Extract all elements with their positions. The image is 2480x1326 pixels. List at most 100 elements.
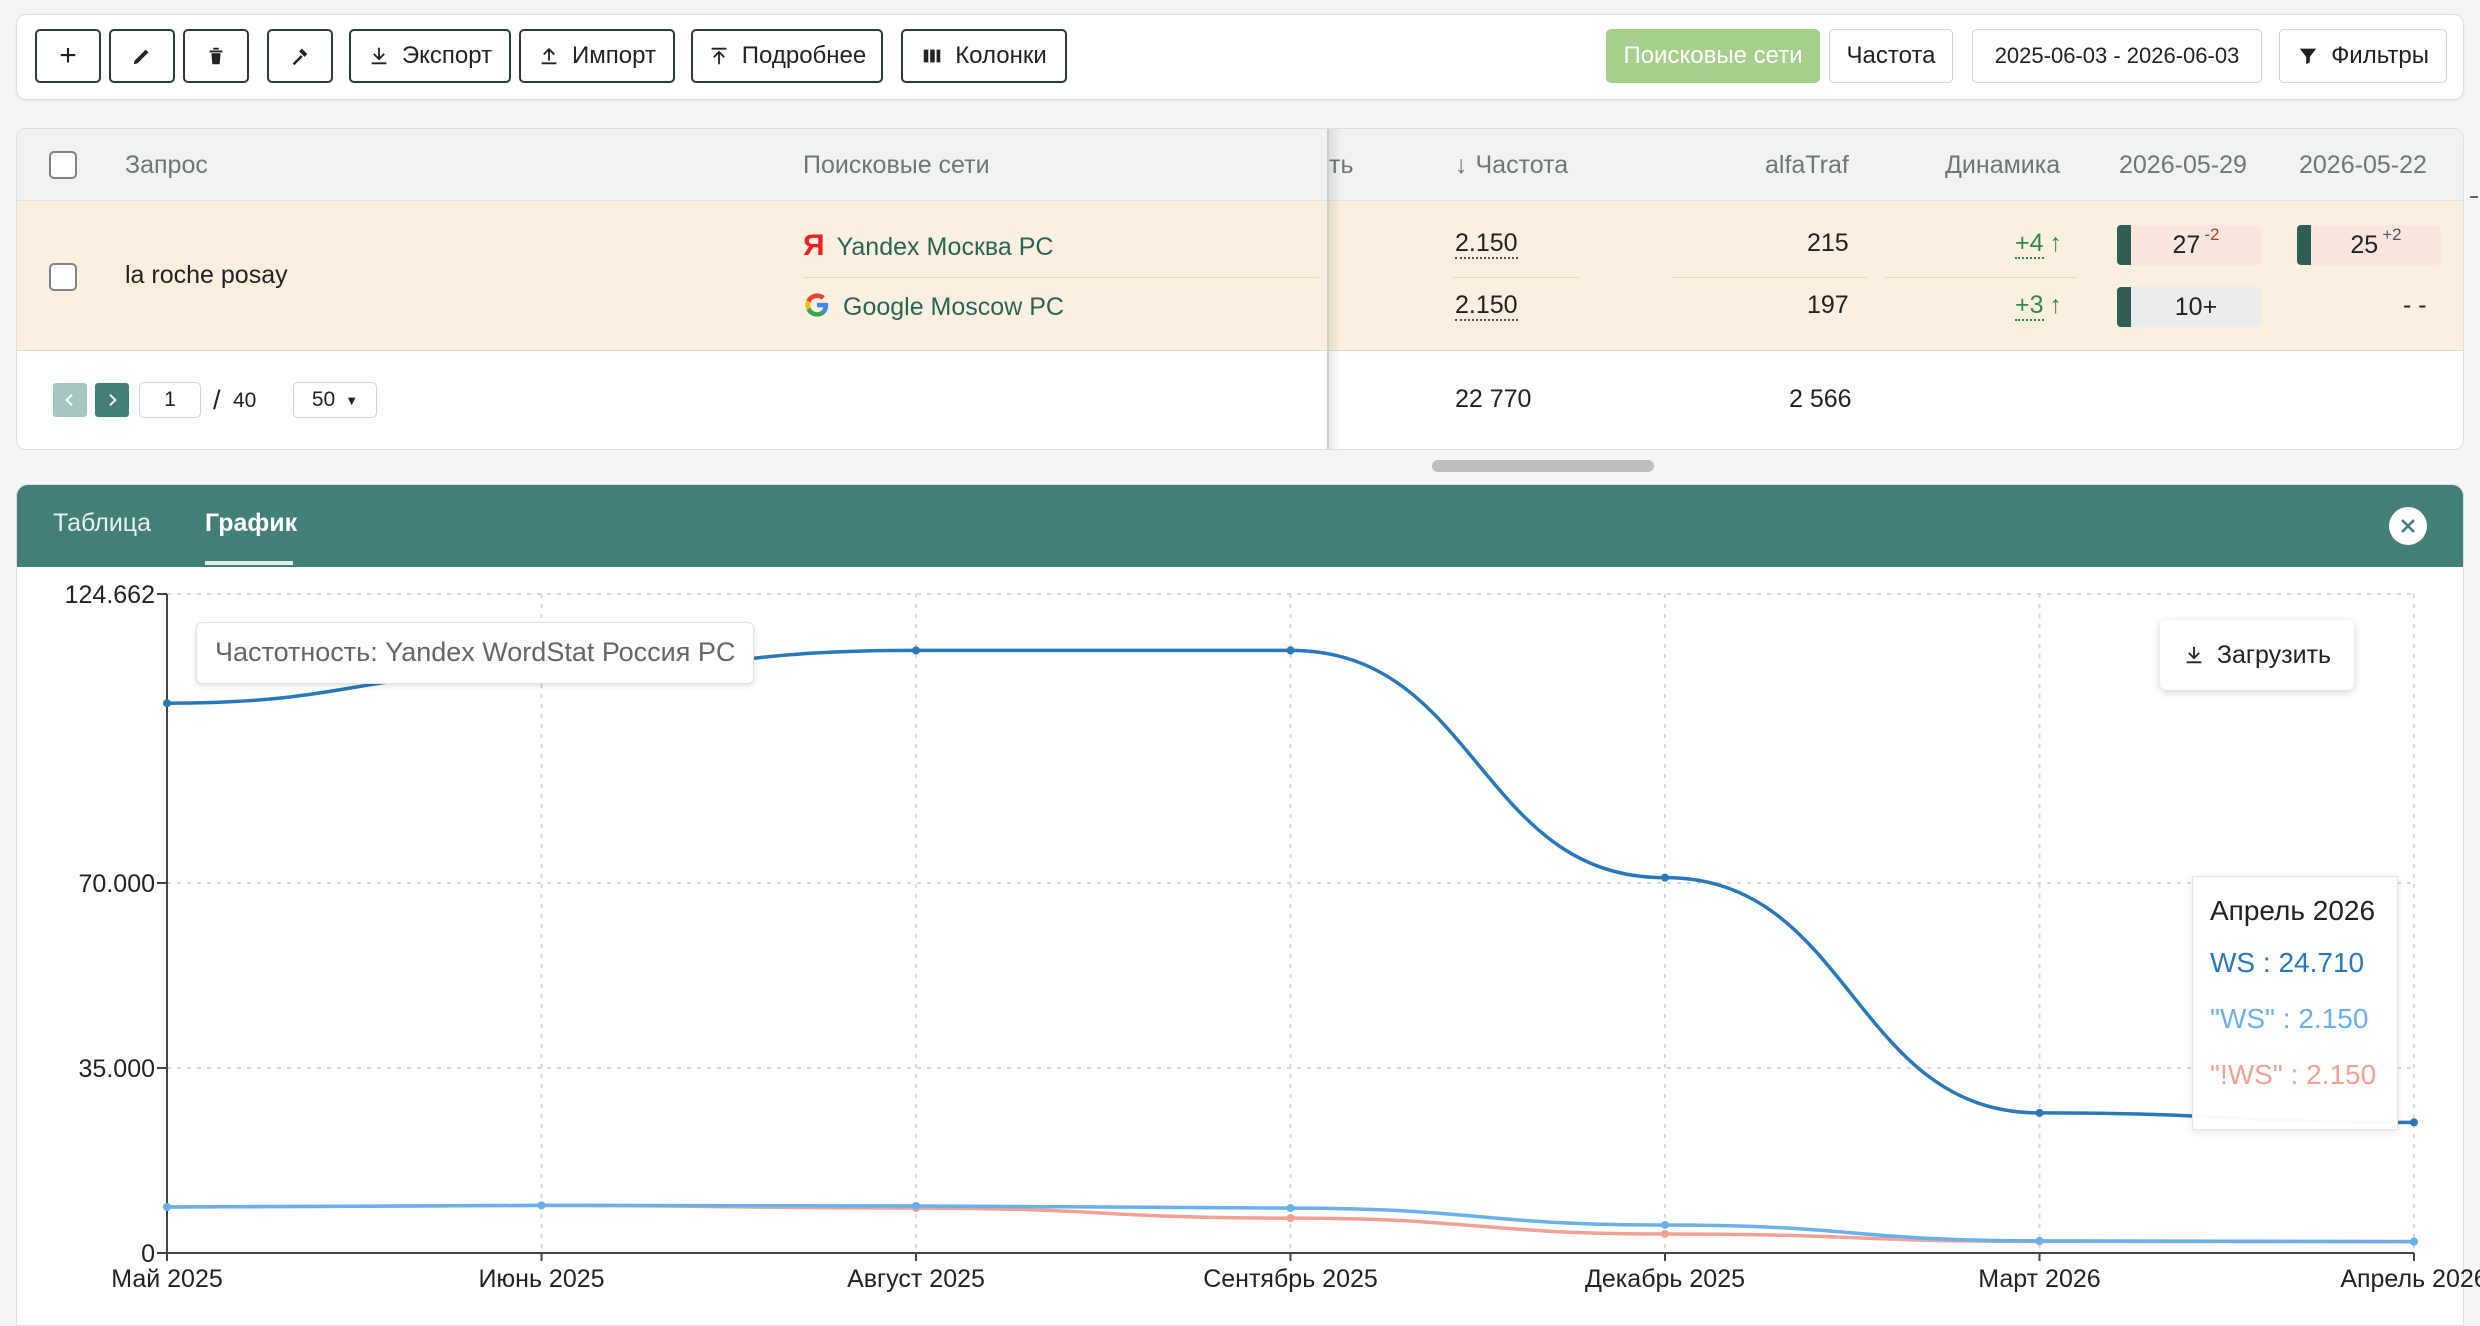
download-button[interactable]: Загрузить (2160, 620, 2354, 690)
import-button[interactable]: Импорт (519, 29, 675, 83)
hover-tooltip: Апрель 2026 WS : 24.710 "WS" : 2.150 "!W… (2192, 876, 2398, 1130)
dynamics-value[interactable]: +3 ↑ (2015, 291, 2063, 321)
total-pages: 40 (233, 389, 257, 412)
engine-name: Yandex Москва PC (836, 233, 1054, 261)
column-header-alfatraf[interactable]: alfaTraf (1765, 151, 1849, 180)
position-cell[interactable]: 27 -2 (2117, 225, 2261, 265)
position-delta: -2 (2204, 225, 2220, 244)
per-page-value: 50 (311, 388, 336, 411)
frequency-value-text: 2.150 (1455, 229, 1518, 259)
column-header-query[interactable]: Запрос (125, 151, 208, 180)
total-frequency: 22 770 (1455, 385, 1532, 413)
details-button[interactable]: Подробнее (691, 29, 883, 83)
download-label: Загрузить (2216, 640, 2332, 669)
column-header-frequency[interactable]: ↓ Частота (1455, 151, 1568, 180)
delete-button[interactable] (183, 29, 249, 83)
search-engines-toggle-label: Поисковые сети (1623, 42, 1803, 69)
google-icon (803, 291, 831, 326)
column-header-dynamics[interactable]: Динамика (1945, 151, 2060, 180)
engine-row-google[interactable]: Google Moscow PC (803, 291, 1064, 326)
edit-button[interactable] (109, 29, 175, 83)
chart-panel: Таблица График (16, 484, 2464, 1326)
chevron-right-icon (109, 393, 117, 407)
columns-button[interactable]: Колонки (901, 29, 1067, 83)
engine-separator (803, 277, 1319, 278)
filter-icon (2299, 48, 2317, 65)
sort-desc-icon: ↓ (1455, 151, 1468, 179)
arrow-up-icon: ↑ (2049, 229, 2063, 257)
upload-icon (541, 47, 557, 65)
hover-tooltip-title: Апрель 2026 (2210, 895, 2376, 926)
total-alfatraf: 2 566 (1789, 385, 1852, 413)
engine-name: Google Moscow PC (843, 293, 1064, 321)
page-separator: / (213, 385, 221, 415)
search-engines-toggle[interactable]: Поисковые сети (1606, 29, 1820, 83)
chart-panel-header: Таблица График (17, 485, 2463, 567)
dynamics-value[interactable]: +4 ↑ (2015, 229, 2063, 259)
export-button[interactable]: Экспорт (349, 29, 511, 83)
position-value: 27 (2172, 230, 2201, 259)
date-range-value: 2025-06-03 - 2026-06-03 (1994, 43, 2240, 68)
position-value: 25 (2350, 230, 2379, 259)
close-button[interactable] (2389, 507, 2427, 545)
position-cell[interactable]: 10+ (2117, 287, 2261, 327)
frequency-toggle[interactable]: Частота (1829, 29, 1953, 83)
position-cell[interactable]: 25 +2 (2297, 225, 2441, 265)
close-icon (2401, 519, 2415, 533)
tab-table[interactable]: Таблица (53, 509, 151, 538)
column-header-date-1[interactable]: 2026-05-29 (2119, 151, 2247, 180)
arrow-up-icon: ↑ (2049, 291, 2063, 319)
column-header-date-2[interactable]: 2026-05-22 (2299, 151, 2427, 180)
series-tooltip-text: Частотность: Yandex WordStat Россия PC (215, 637, 736, 667)
series-tooltip: Частотность: Yandex WordStat Россия PC (196, 622, 755, 684)
query-text: la roche posay (125, 261, 288, 289)
alfatraf-value: 215 (1807, 229, 1849, 257)
row-checkbox[interactable] (49, 263, 77, 291)
frequency-value[interactable]: 2.150 (1455, 229, 1518, 259)
details-label: Подробнее (741, 42, 867, 69)
tools-button[interactable] (267, 29, 333, 83)
column-header-frequency-label: Частота (1475, 151, 1569, 179)
columns-label: Колонки (955, 42, 1047, 69)
edge-mark (2470, 196, 2478, 198)
download-icon (2186, 646, 2202, 664)
column-header-search-engines[interactable]: Поисковые сети (803, 151, 990, 180)
engine-row-yandex[interactable]: Я Yandex Москва PC (803, 229, 1053, 263)
per-page-select[interactable]: 50 ▼ (293, 382, 377, 418)
add-button[interactable]: + (35, 29, 101, 83)
filters-label: Фильтры (2331, 42, 2429, 69)
active-tab-indicator (205, 561, 293, 565)
download-icon (371, 47, 387, 65)
import-label: Импорт (572, 42, 656, 69)
frequency-value[interactable]: 2.150 (1455, 291, 1518, 321)
collapse-up-icon (711, 47, 727, 65)
dynamics-value-text: +3 (2015, 291, 2044, 321)
pencil-icon (133, 49, 149, 65)
engine-separator (1453, 277, 1579, 278)
hover-tooltip-row: "WS" : 2.150 (2210, 1003, 2369, 1034)
next-page-button[interactable] (95, 383, 129, 417)
table-header (17, 129, 2463, 201)
position-empty: - - (2403, 291, 2427, 319)
export-label: Экспорт (401, 42, 493, 69)
filters-button[interactable]: Фильтры (2279, 29, 2447, 83)
tab-chart[interactable]: График (205, 509, 297, 538)
engine-separator (1885, 277, 2077, 278)
page-input[interactable]: 1 (139, 382, 201, 418)
hover-tooltip-row: "!WS" : 2.150 (2210, 1059, 2377, 1090)
prev-page-button[interactable] (53, 383, 87, 417)
select-all-checkbox[interactable] (49, 151, 77, 179)
date-range-picker[interactable]: 2025-06-03 - 2026-06-03 (1972, 29, 2262, 83)
keywords-table: Запрос Поисковые сети ть ↓ Частота alfaTr… (16, 128, 2464, 450)
dynamics-value-text: +4 (2015, 229, 2044, 259)
toolbar: + Экспорт Импорт Подробнее Колонки Поиск… (16, 14, 2464, 100)
hover-tooltip-row: WS : 24.710 (2210, 947, 2365, 978)
horizontal-scrollbar[interactable] (1432, 460, 1654, 472)
columns-icon (923, 49, 941, 63)
frequency-toggle-label: Частота (1846, 42, 1936, 69)
position-value: 10+ (2174, 292, 2218, 321)
caret-down-icon: ▼ (345, 392, 359, 408)
chevron-left-icon (65, 393, 73, 407)
trash-icon (209, 47, 223, 65)
page-input-value: 1 (164, 388, 176, 411)
